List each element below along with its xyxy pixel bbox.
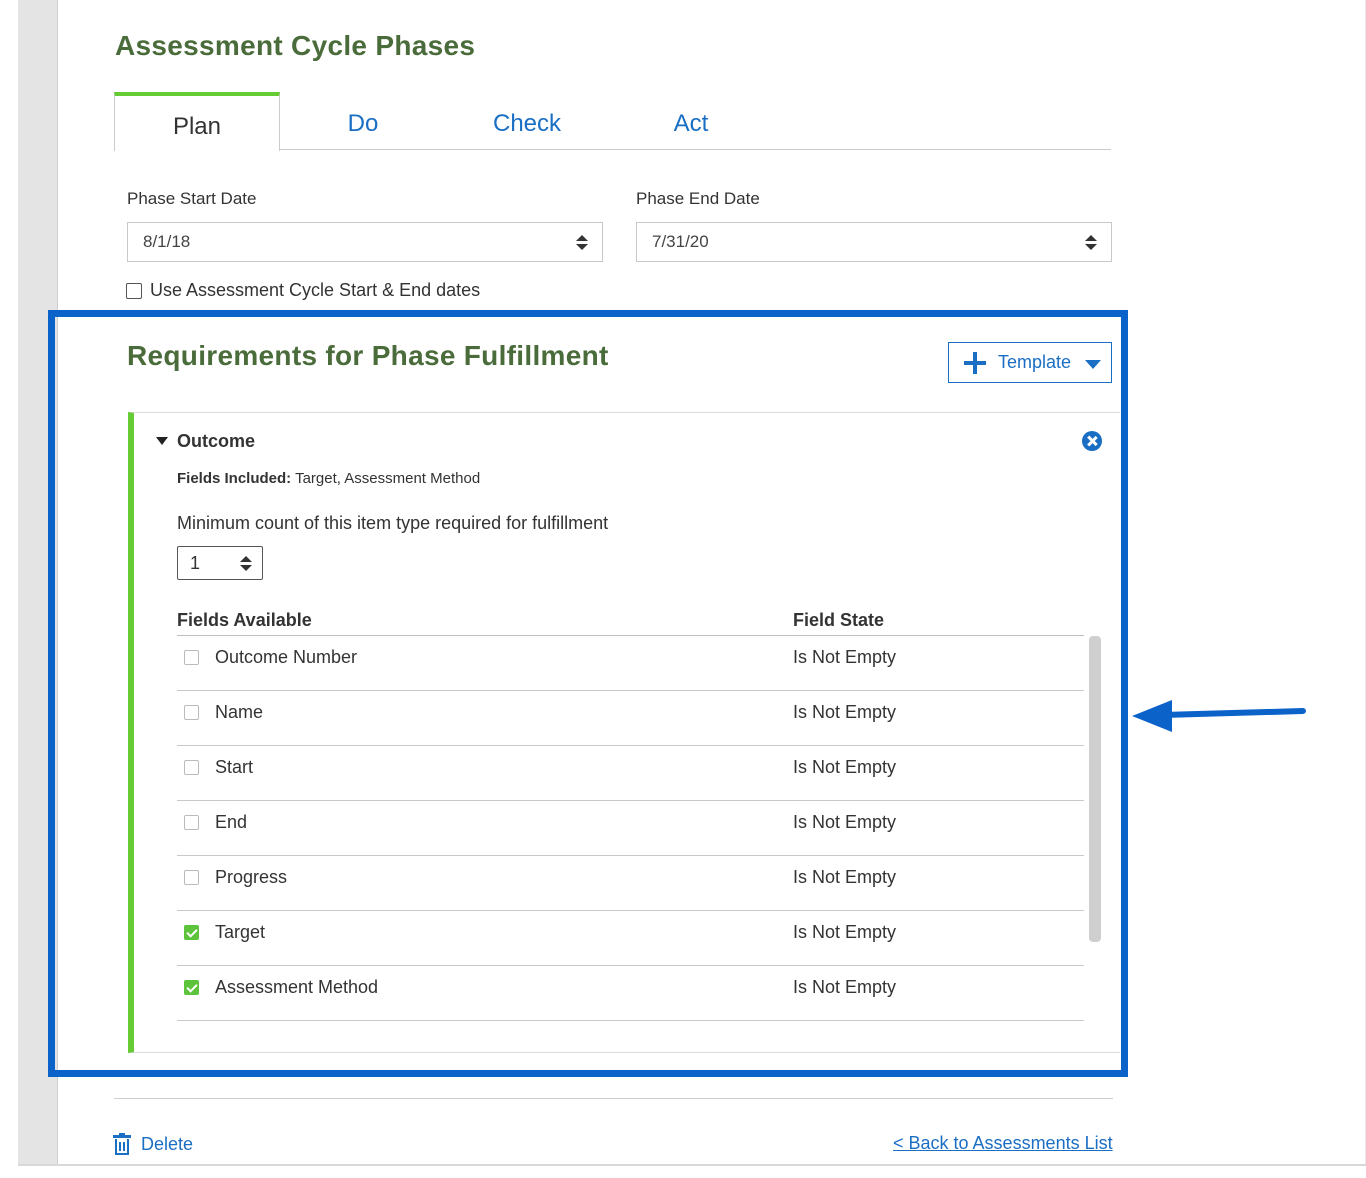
tab-act[interactable]: Act bbox=[608, 92, 774, 150]
back-to-assessments-link[interactable]: < Back to Assessments List bbox=[893, 1133, 1113, 1154]
field-checkbox[interactable] bbox=[184, 815, 199, 830]
fields-included-label: Fields Included: bbox=[177, 470, 292, 487]
phase-tabs: Plan Do Check Act bbox=[114, 92, 1111, 151]
delete-button[interactable]: Delete bbox=[113, 1131, 193, 1157]
field-checkbox-checked[interactable] bbox=[184, 980, 199, 995]
field-state: Is Not Empty bbox=[793, 702, 897, 722]
tab-check[interactable]: Check bbox=[444, 92, 610, 150]
field-name: Start bbox=[215, 757, 254, 777]
phase-start-date-input[interactable]: 8/1/18 bbox=[127, 222, 603, 262]
spinner-icon[interactable] bbox=[1085, 235, 1097, 251]
field-name: Name bbox=[215, 702, 264, 722]
delete-label: Delete bbox=[141, 1133, 194, 1154]
spinner-icon[interactable] bbox=[576, 235, 588, 251]
add-template-button[interactable]: Template bbox=[948, 342, 1112, 383]
table-row: Name Is Not Empty bbox=[177, 691, 1084, 746]
outcome-panel: Outcome Fields Included: Target, Assessm… bbox=[128, 412, 1120, 1053]
field-checkbox-checked[interactable] bbox=[184, 925, 199, 940]
spinner-icon[interactable] bbox=[240, 556, 252, 572]
fields-table: Outcome Number Is Not Empty Name Is Not … bbox=[177, 636, 1084, 1021]
field-checkbox[interactable] bbox=[184, 760, 199, 775]
table-row: Progress Is Not Empty bbox=[177, 856, 1084, 911]
field-state: Is Not Empty bbox=[793, 812, 897, 832]
table-row: Outcome Number Is Not Empty bbox=[177, 636, 1084, 691]
table-scrollbar[interactable] bbox=[1089, 636, 1101, 942]
caret-down-icon bbox=[1085, 360, 1101, 369]
use-cycle-dates-checkbox[interactable] bbox=[126, 282, 142, 299]
fields-included: Fields Included: Target, Assessment Meth… bbox=[177, 470, 480, 487]
min-count-label: Minimum count of this item type required… bbox=[177, 513, 609, 533]
field-checkbox[interactable] bbox=[184, 870, 199, 885]
table-row: Start Is Not Empty bbox=[177, 746, 1084, 801]
field-state: Is Not Empty bbox=[793, 867, 897, 887]
field-name: End bbox=[215, 812, 248, 832]
fields-included-value: Target, Assessment Method bbox=[291, 470, 481, 487]
col-field-state: Field State bbox=[793, 610, 885, 630]
outcome-title[interactable]: Outcome bbox=[177, 431, 255, 452]
phase-end-date-value: 7/31/20 bbox=[652, 232, 709, 251]
template-button-label: Template bbox=[998, 352, 1072, 372]
table-row: Target Is Not Empty bbox=[177, 911, 1084, 966]
phase-end-date-input[interactable]: 7/31/20 bbox=[636, 222, 1112, 262]
field-name: Target bbox=[215, 922, 266, 942]
field-state: Is Not Empty bbox=[793, 977, 897, 997]
field-checkbox[interactable] bbox=[184, 650, 199, 665]
remove-outcome-icon[interactable] bbox=[1082, 431, 1102, 451]
trash-icon bbox=[113, 1133, 131, 1155]
footer-divider bbox=[114, 1098, 1113, 1099]
min-count-value: 1 bbox=[190, 553, 201, 573]
callout-arrow-icon bbox=[1132, 700, 1306, 732]
phase-start-date-value: 8/1/18 bbox=[143, 232, 191, 251]
table-row: End Is Not Empty bbox=[177, 801, 1084, 856]
page-title: Assessment Cycle Phases bbox=[115, 30, 476, 61]
field-checkbox[interactable] bbox=[184, 705, 199, 720]
field-name: Progress bbox=[215, 867, 288, 887]
field-state: Is Not Empty bbox=[793, 647, 897, 667]
min-count-stepper[interactable]: 1 bbox=[177, 546, 263, 580]
field-state: Is Not Empty bbox=[793, 922, 897, 942]
collapse-caret-icon[interactable] bbox=[156, 437, 168, 445]
field-state: Is Not Empty bbox=[793, 757, 897, 777]
phase-end-date-label: Phase End Date bbox=[636, 189, 760, 208]
use-cycle-dates-label: Use Assessment Cycle Start & End dates bbox=[150, 280, 481, 300]
field-name: Outcome Number bbox=[215, 647, 358, 667]
tab-do[interactable]: Do bbox=[280, 92, 446, 150]
use-cycle-dates-option[interactable]: Use Assessment Cycle Start & End dates bbox=[126, 280, 480, 301]
plus-icon bbox=[964, 352, 986, 374]
field-name: Assessment Method bbox=[215, 977, 379, 997]
bottom-divider bbox=[18, 1164, 1366, 1166]
tab-plan[interactable]: Plan bbox=[114, 92, 280, 151]
requirements-title: Requirements for Phase Fulfillment bbox=[127, 340, 609, 371]
table-row: Assessment Method Is Not Empty bbox=[177, 966, 1084, 1021]
col-fields-available: Fields Available bbox=[177, 610, 312, 630]
phase-start-date-label: Phase Start Date bbox=[127, 189, 257, 208]
